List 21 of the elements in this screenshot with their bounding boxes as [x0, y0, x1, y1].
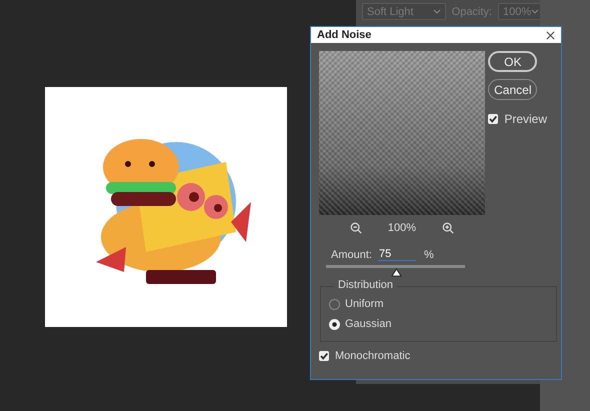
amount-input[interactable]: 75 [378, 248, 416, 261]
close-icon[interactable] [546, 30, 555, 40]
radio-label: Gaussian [345, 318, 392, 330]
amount-label: Amount: [331, 248, 372, 260]
slider-thumb[interactable] [390, 268, 402, 277]
zoom-out-icon[interactable] [350, 222, 362, 234]
radio-button[interactable] [329, 298, 340, 310]
zoom-in-icon[interactable] [442, 222, 454, 234]
chevron-icon [432, 9, 441, 14]
percent-unit: % [424, 248, 434, 260]
distribution-title: Distribution [334, 279, 398, 291]
monochromatic-label: Monochromatic [335, 350, 410, 362]
ok-button[interactable]: OK [488, 51, 538, 72]
dialog-title: Add Noise [317, 29, 372, 41]
preview-checkbox[interactable] [488, 114, 498, 124]
monochromatic-checkbox[interactable] [319, 351, 329, 361]
zoom-level: 100% [388, 222, 416, 234]
preview-label: Preview [504, 112, 547, 126]
cancel-button[interactable]: Cancel [488, 79, 538, 100]
chevron-icon [531, 9, 539, 14]
radio-label: Uniform [345, 298, 384, 310]
